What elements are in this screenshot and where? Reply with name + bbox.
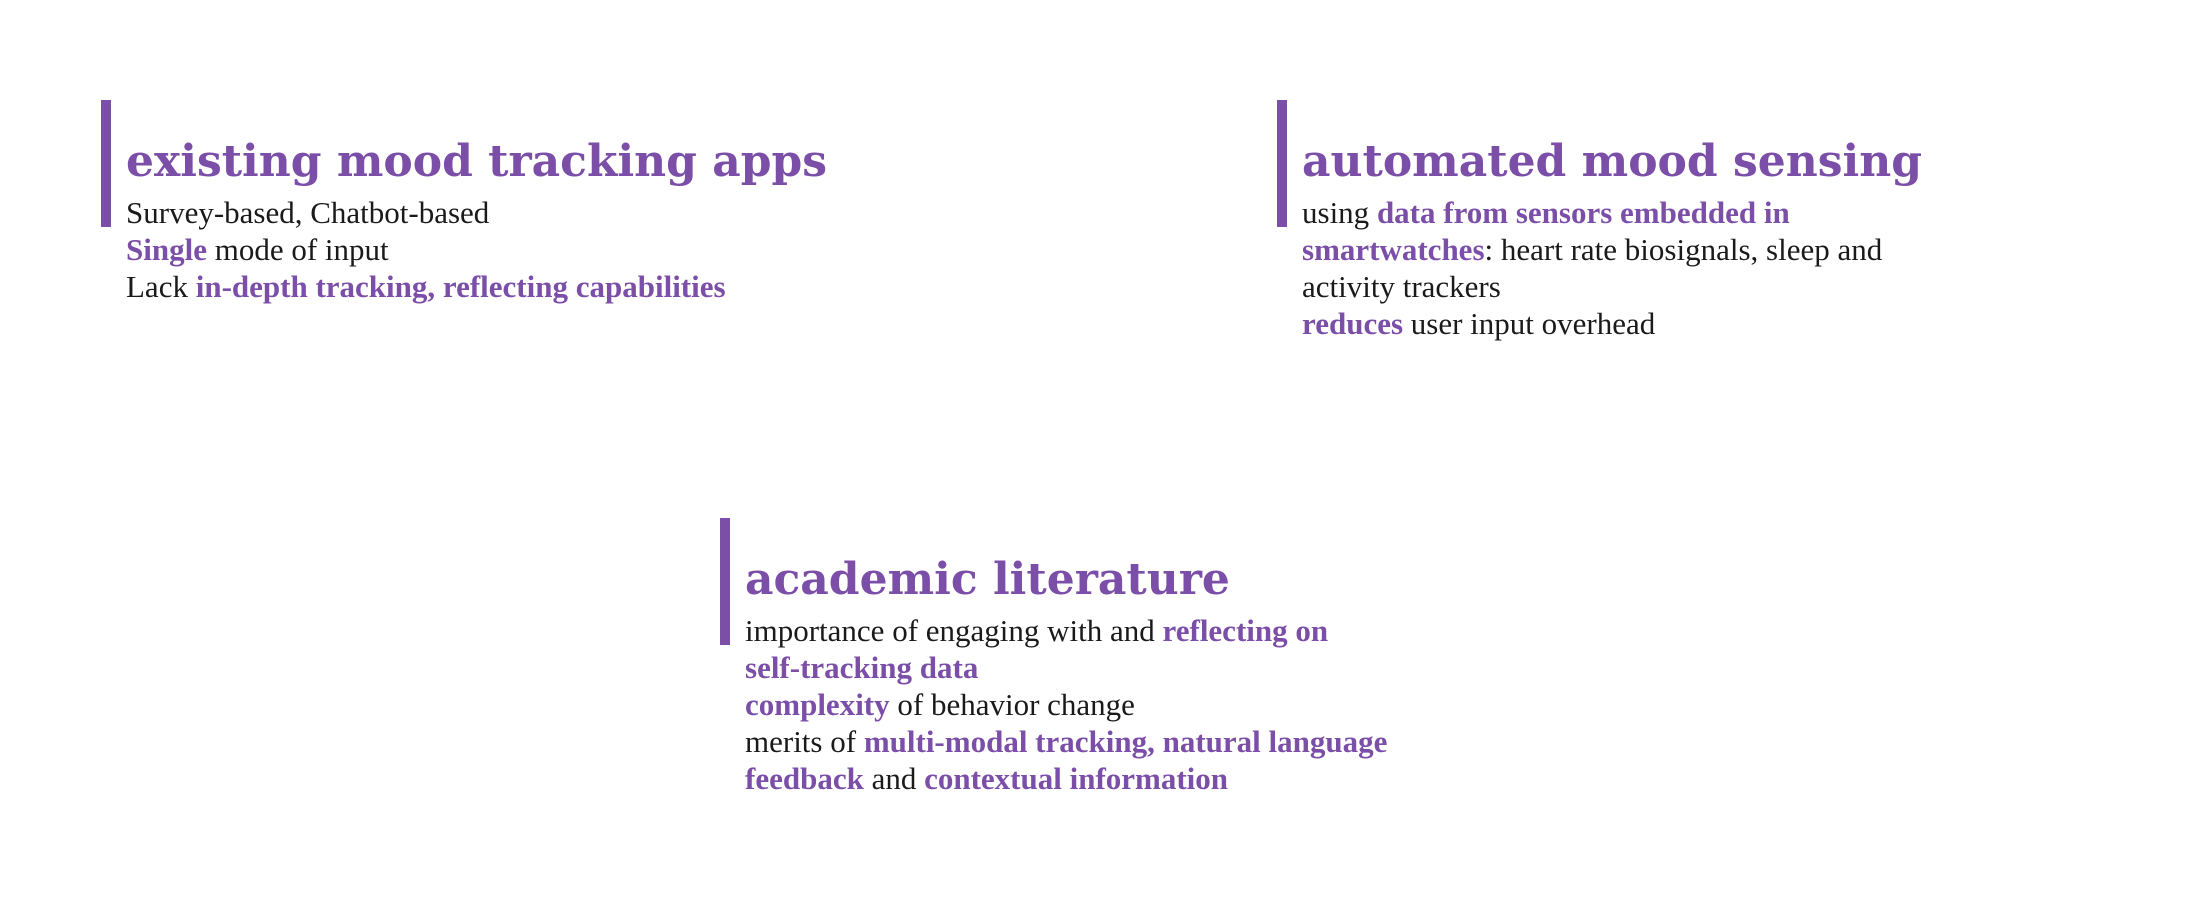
highlight-segment: feedback bbox=[745, 761, 864, 796]
text-segment: : heart rate biosignals, sleep and bbox=[1484, 232, 1883, 267]
section-lines: Survey-based, Chatbot-based Single mode … bbox=[126, 194, 827, 305]
highlight-segment: reflecting on bbox=[1162, 613, 1329, 648]
text-segment: Lack bbox=[126, 269, 196, 304]
text-segment: user input overhead bbox=[1403, 306, 1656, 341]
accent-bar bbox=[101, 100, 111, 227]
text-segment: importance of engaging with and bbox=[745, 613, 1163, 648]
text-line: feedback and contextual information bbox=[745, 760, 1387, 797]
text-line: Single mode of input bbox=[126, 231, 827, 268]
text-line: Survey-based, Chatbot-based bbox=[126, 194, 827, 231]
section-title: automated mood sensing bbox=[1302, 136, 1922, 187]
accent-bar bbox=[1277, 100, 1287, 227]
text-segment: activity trackers bbox=[1302, 269, 1501, 304]
text-line: reduces user input overhead bbox=[1302, 305, 1922, 342]
highlight-segment: multi-modal tracking, natural language bbox=[863, 724, 1388, 759]
text-line: activity trackers bbox=[1302, 268, 1922, 305]
highlight-segment: reduces bbox=[1302, 306, 1404, 341]
accent-bar bbox=[720, 518, 730, 645]
section-lines: using data from sensors embedded in smar… bbox=[1302, 194, 1922, 342]
text-line: using data from sensors embedded in bbox=[1302, 194, 1922, 231]
text-line: complexity of behavior change bbox=[745, 686, 1387, 723]
highlight-segment: contextual information bbox=[924, 761, 1229, 796]
text-line: smartwatches: heart rate biosignals, sle… bbox=[1302, 231, 1922, 268]
section-lines: importance of engaging with and reflecti… bbox=[745, 612, 1387, 797]
section-title: academic literature bbox=[745, 554, 1230, 605]
section-content: automated mood sensing using data from s… bbox=[1302, 132, 1922, 342]
highlight-segment: complexity bbox=[745, 687, 890, 722]
text-segment: and bbox=[863, 761, 925, 796]
text-segment: Survey-based, Chatbot-based bbox=[126, 195, 490, 230]
text-segment: merits of bbox=[745, 724, 864, 759]
highlight-segment: in-depth tracking, reflecting capabiliti… bbox=[195, 269, 726, 304]
section-title: existing mood tracking apps bbox=[126, 136, 828, 187]
text-line: self-tracking data bbox=[745, 649, 1387, 686]
text-segment: of behavior change bbox=[889, 687, 1135, 722]
section-content: existing mood tracking apps Survey-based… bbox=[126, 132, 827, 305]
highlight-segment: self-tracking data bbox=[745, 650, 979, 685]
highlight-segment: data from sensors embedded in bbox=[1376, 195, 1790, 230]
text-segment: using bbox=[1302, 195, 1377, 230]
section-content: academic literature importance of engagi… bbox=[745, 550, 1387, 797]
text-line: Lack in-depth tracking, reflecting capab… bbox=[126, 268, 827, 305]
highlight-segment: smartwatches bbox=[1302, 232, 1485, 267]
text-segment: mode of input bbox=[206, 232, 389, 267]
text-line: merits of multi-modal tracking, natural … bbox=[745, 723, 1387, 760]
text-line: importance of engaging with and reflecti… bbox=[745, 612, 1387, 649]
highlight-segment: Single bbox=[126, 232, 207, 267]
